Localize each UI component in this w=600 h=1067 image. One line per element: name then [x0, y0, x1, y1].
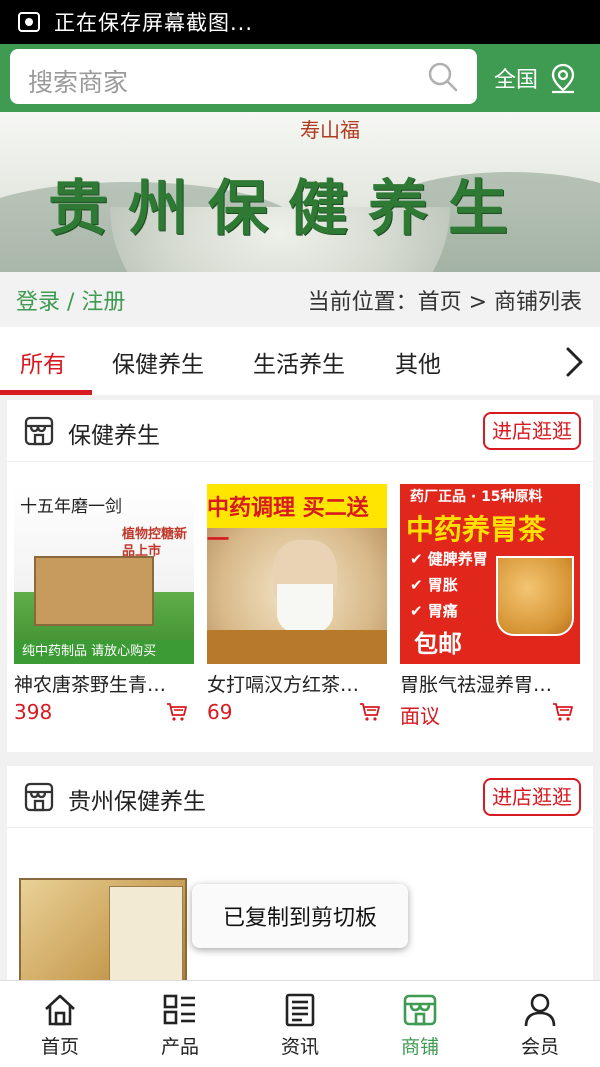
- product-name[interactable]: 神农唐茶野生青…: [14, 670, 194, 697]
- region-selector[interactable]: 全国: [494, 44, 578, 112]
- status-bar: 正在保存屏幕截图...: [0, 0, 600, 44]
- tab-all[interactable]: 所有: [20, 345, 66, 379]
- product-name[interactable]: 女打嗝汉方红茶…: [207, 670, 387, 697]
- product-price: 面议: [400, 704, 440, 728]
- breadcrumb: 当前位置：首页 > 商铺列表: [307, 289, 582, 315]
- product-image-herbs: [207, 630, 387, 664]
- cart-icon[interactable]: [359, 702, 381, 722]
- product-price: 398: [14, 700, 53, 724]
- shop-icon: [24, 416, 54, 446]
- header: 搜索商家 全国: [0, 44, 600, 112]
- nav-item-store[interactable]: 商铺: [360, 981, 480, 1067]
- toast-message: 已复制到剪切板: [192, 884, 408, 948]
- nav-label: 资讯: [280, 1036, 319, 1058]
- product-box: [34, 556, 154, 626]
- chevron-right-icon[interactable]: [562, 345, 586, 379]
- product-image-item: ✔ 胃痛: [410, 602, 458, 620]
- category-tabs: 所有 保健养生 生活养生 其他: [0, 327, 600, 395]
- home-icon: [45, 994, 75, 1026]
- cart-icon[interactable]: [166, 702, 188, 722]
- nav-label: 首页: [40, 1036, 79, 1058]
- shop-icon: [24, 782, 54, 812]
- shop-card: 保健养生 进店逛逛 十五年磨一剑 植物控糖新品上市 纯中药制品 请放心购买 神农…: [7, 400, 593, 752]
- store-icon: [403, 994, 437, 1026]
- product-image[interactable]: 药厂正品 · 15种原料 中药养胃茶 ✔ 健脾养胃 ✔ 胃胀 ✔ 胃痛 包邮: [400, 484, 580, 664]
- nav-item-home[interactable]: 首页: [0, 981, 120, 1067]
- product-image[interactable]: 十五年磨一剑 植物控糖新品上市 纯中药制品 请放心购买: [14, 484, 194, 664]
- location-icon: [551, 63, 575, 94]
- product-image[interactable]: 中药调理 买二送一: [207, 484, 387, 664]
- product-image-beard: [277, 584, 333, 634]
- nav-label: 商铺: [400, 1036, 439, 1058]
- news-icon: [285, 993, 315, 1027]
- screenshot-icon: [18, 12, 40, 32]
- product-box-inner: [109, 886, 183, 986]
- product-image[interactable]: [19, 878, 187, 986]
- product-item[interactable]: 十五年磨一剑 植物控糖新品上市 纯中药制品 请放心购买 神农唐茶野生青… 398: [14, 484, 194, 724]
- tab-health[interactable]: 保健养生: [112, 345, 204, 379]
- nav-item-member[interactable]: 会员: [480, 981, 600, 1067]
- shop-card: 贵州保健养生 进店逛逛: [7, 766, 593, 986]
- shop-card-header: 贵州保健养生 进店逛逛: [7, 766, 593, 828]
- product-image-items: ✔ 健脾养胃 ✔ 胃胀 ✔ 胃痛: [410, 546, 488, 624]
- nav-item-products[interactable]: 产品: [120, 981, 240, 1067]
- shop-card-header: 保健养生 进店逛逛: [7, 400, 593, 462]
- member-icon: [524, 993, 556, 1027]
- region-label: 全国: [494, 68, 539, 93]
- tab-other[interactable]: 其他: [395, 345, 441, 379]
- product-item[interactable]: 中药调理 买二送一 女打嗝汉方红茶… 69: [207, 484, 387, 724]
- nav-label: 会员: [520, 1036, 559, 1058]
- search-icon[interactable]: [427, 61, 459, 93]
- active-tab-indicator: [0, 390, 92, 395]
- product-image-slogan: 植物控糖新品上市: [122, 527, 188, 559]
- tab-life[interactable]: 生活养生: [253, 345, 345, 379]
- search-input[interactable]: 搜索商家: [10, 49, 477, 104]
- product-image-band: 中药调理 买二送一: [207, 484, 387, 553]
- product-price: 69: [207, 700, 233, 724]
- banner-title: 贵州保健养生: [48, 174, 528, 244]
- breadcrumb-bar: 登录 / 注册 当前位置：首页 > 商铺列表: [0, 272, 600, 327]
- status-text: 正在保存屏幕截图...: [54, 11, 254, 35]
- product-image-cup: [496, 556, 574, 636]
- banner-seal: 寿山福: [300, 118, 360, 142]
- visit-shop-button[interactable]: 进店逛逛: [483, 778, 581, 816]
- product-image-item: ✔ 健脾养胃: [410, 550, 488, 568]
- bottom-nav: 首页 产品 资讯 商铺 会员: [0, 980, 600, 1067]
- login-register-link[interactable]: 登录 / 注册: [16, 284, 125, 316]
- shop-name[interactable]: 贵州保健养生: [68, 782, 206, 816]
- nav-item-news[interactable]: 资讯: [240, 981, 360, 1067]
- product-image-post: 包邮: [414, 630, 462, 658]
- product-name[interactable]: 胃胀气祛湿养胃…: [400, 670, 580, 697]
- cart-icon[interactable]: [552, 702, 574, 722]
- banner[interactable]: 寿山福 贵州保健养生: [0, 112, 600, 272]
- nav-label: 产品: [160, 1036, 199, 1058]
- product-image-top: 药厂正品 · 15种原料: [410, 489, 543, 505]
- visit-shop-button[interactable]: 进店逛逛: [483, 412, 581, 450]
- products-icon: [163, 994, 195, 1025]
- product-image-item: ✔ 胃胀: [410, 576, 458, 594]
- product-image-title: 十五年磨一剑: [20, 497, 122, 517]
- product-image-bar: 纯中药制品 请放心购买: [14, 640, 194, 664]
- product-image-title: 中药养胃茶: [406, 513, 547, 546]
- shop-name[interactable]: 保健养生: [68, 416, 160, 450]
- search-placeholder: 搜索商家: [28, 68, 129, 97]
- product-item[interactable]: 药厂正品 · 15种原料 中药养胃茶 ✔ 健脾养胃 ✔ 胃胀 ✔ 胃痛 包邮 胃…: [400, 484, 580, 728]
